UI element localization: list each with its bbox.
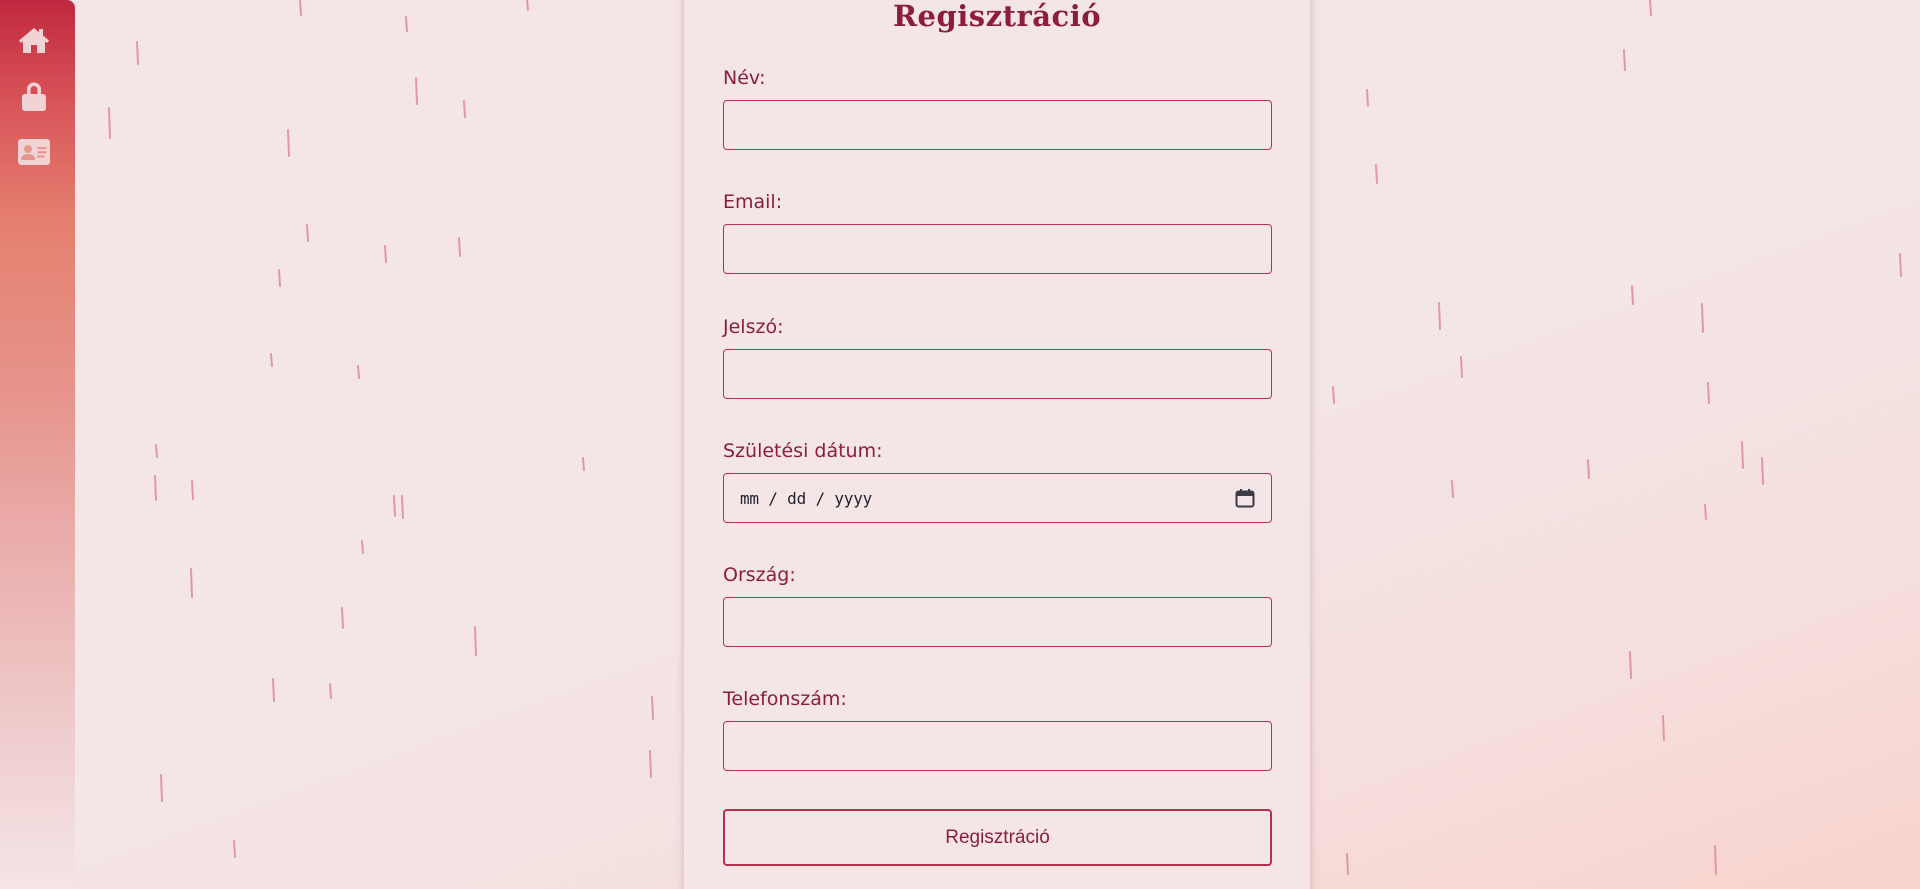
rain-streak xyxy=(651,696,654,720)
register-button[interactable]: Regisztráció xyxy=(723,809,1272,866)
rain-streak xyxy=(190,568,193,598)
rain-streak xyxy=(1623,49,1626,71)
rain-streak xyxy=(1438,302,1441,330)
page-title: Regisztráció xyxy=(892,0,1102,33)
rain-streak xyxy=(136,41,139,65)
nav-home-button[interactable] xyxy=(17,23,51,57)
password-input[interactable] xyxy=(723,349,1272,399)
rain-streak xyxy=(270,353,273,367)
rain-streak xyxy=(1460,356,1463,378)
rain-streak xyxy=(1662,715,1665,741)
name-input[interactable] xyxy=(723,100,1272,150)
rain-streak xyxy=(1629,651,1632,679)
id-card-icon xyxy=(18,139,50,165)
rain-streak xyxy=(1631,285,1634,305)
rain-streak xyxy=(299,0,302,16)
rain-streak xyxy=(474,626,477,656)
rain-streak xyxy=(108,107,111,139)
rain-streak xyxy=(1451,480,1454,498)
rain-streak xyxy=(191,480,194,500)
rain-streak xyxy=(1701,303,1704,333)
rain-streak xyxy=(1587,459,1590,479)
rain-streak xyxy=(582,457,585,471)
rain-streak xyxy=(154,475,157,501)
rain-streak xyxy=(155,444,158,458)
rain-streak xyxy=(1761,457,1764,485)
rain-streak xyxy=(415,77,418,105)
nav-login-button[interactable] xyxy=(17,79,51,113)
email-label: Email: xyxy=(723,191,783,213)
rain-streak xyxy=(341,607,344,629)
rain-streak xyxy=(272,678,275,702)
rain-streak xyxy=(1346,853,1349,875)
nav-register-button[interactable] xyxy=(17,135,51,169)
rain-streak xyxy=(1899,253,1902,277)
rain-streak xyxy=(1714,845,1717,875)
rain-streak xyxy=(160,774,163,802)
rain-streak xyxy=(401,495,404,519)
birthdate-placeholder: mm / dd / yyyy xyxy=(740,488,873,508)
rain-streak xyxy=(357,365,360,379)
rain-streak xyxy=(526,0,529,11)
lock-icon xyxy=(22,82,46,111)
rain-streak xyxy=(329,683,332,699)
rain-streak xyxy=(1332,386,1335,404)
home-icon xyxy=(19,28,49,53)
password-label: Jelszó: xyxy=(723,316,784,338)
registration-card: Regisztráció Név: Email: Jelszó: Születé… xyxy=(684,0,1310,889)
rain-streak xyxy=(306,224,309,242)
rain-streak xyxy=(287,129,290,157)
name-label: Név: xyxy=(723,67,766,89)
rain-streak xyxy=(458,237,461,257)
sidebar xyxy=(0,0,75,889)
rain-streak xyxy=(1375,164,1378,184)
rain-streak xyxy=(233,840,236,858)
birthdate-label: Születési dátum: xyxy=(723,440,883,462)
rain-streak xyxy=(384,245,387,263)
phone-input[interactable] xyxy=(723,721,1272,771)
rain-streak xyxy=(649,750,652,778)
rain-streak xyxy=(1704,504,1707,520)
country-input[interactable] xyxy=(723,597,1272,647)
email-input[interactable] xyxy=(723,224,1272,274)
rain-streak xyxy=(1649,0,1652,16)
rain-streak xyxy=(1741,441,1744,469)
rain-streak xyxy=(1707,382,1710,404)
phone-label: Telefonszám: xyxy=(723,688,847,710)
rain-streak xyxy=(405,16,408,32)
rain-streak xyxy=(278,269,281,287)
rain-streak xyxy=(463,100,466,118)
country-label: Ország: xyxy=(723,564,796,586)
rain-streak xyxy=(393,495,396,517)
rain-streak xyxy=(361,540,364,554)
rain-streak xyxy=(1366,89,1369,107)
calendar-icon[interactable] xyxy=(1235,488,1255,508)
birthdate-input[interactable]: mm / dd / yyyy xyxy=(723,473,1272,523)
